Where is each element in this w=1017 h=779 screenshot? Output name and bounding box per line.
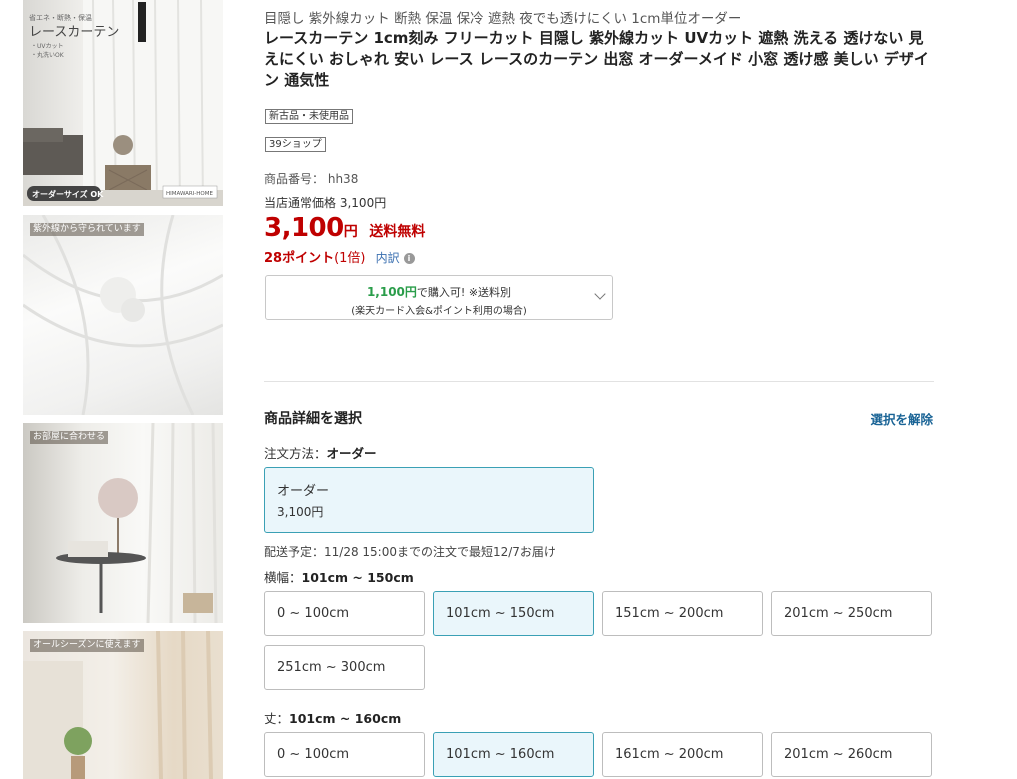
thumbnail-caption: 紫外線から守られています (30, 223, 144, 236)
thumbnail-caption: お部屋に合わせる (30, 431, 109, 444)
width-label-text: 横幅： (264, 570, 302, 585)
divider (264, 381, 934, 382)
width-option[interactable]: 251cm ~ 300cm (264, 645, 425, 690)
condition-badge: 新古品・未使用品 (265, 109, 353, 124)
order-method-option[interactable]: オーダー 3,100円 (264, 467, 594, 533)
points-multiplier: (1倍) (334, 251, 366, 266)
width-value: 101cm ~ 150cm (301, 570, 414, 585)
uv-image (23, 215, 223, 415)
product-code-value: hh38 (327, 172, 359, 186)
thumbnail-caption: オールシーズンに使えます (30, 639, 144, 652)
room-image (56, 423, 218, 623)
overlay-bullet: ・丸洗いOK (31, 51, 65, 59)
card-offer-text: で購入可! ※送料別 (416, 286, 512, 299)
card-offer-dropdown[interactable]: 1,100円で購入可! ※送料別 (楽天カード入会&ポイント利用の場合) (265, 275, 613, 320)
points-row: 28ポイント(1倍) 内訳 i (264, 247, 415, 266)
product-code-label: 商品番号： (264, 172, 325, 186)
catch-copy: 目隠し 紫外線カット 断熱 保温 保冷 遮熱 夜でも透けにくい 1cm単位オーダ… (264, 11, 742, 27)
overlay-badge: オーダーサイズ OK (32, 189, 104, 199)
regular-price: 当店通常価格 3,100円 (264, 194, 386, 211)
width-option[interactable]: 151cm ~ 200cm (602, 591, 763, 636)
price-value: 3,100 (264, 213, 344, 243)
delivery-estimate: 配送予定：11/28 15:00までの注文で最短12/7お届け (264, 545, 556, 559)
overlay-title: レースカーテン (29, 25, 119, 40)
options-section-title: 商品詳細を選択 (264, 411, 362, 427)
points-value: 28ポイント (264, 251, 335, 266)
thumbnail-allseason[interactable]: オールシーズンに使えます (23, 631, 223, 779)
overlay-bullet: ・UVカット (31, 43, 64, 50)
overlay-sub: 省エネ・断熱・保温 (29, 13, 92, 22)
width-label: 横幅：101cm ~ 150cm (264, 567, 414, 586)
height-value: 101cm ~ 160cm (289, 711, 402, 726)
shipping-label: 送料無料 (369, 224, 426, 240)
width-option-selected[interactable]: 101cm ~ 150cm (433, 591, 594, 636)
order-method-label: 注文方法：オーダー (264, 443, 377, 462)
card-offer-line: 1,100円で購入可! ※送料別 (266, 283, 612, 300)
clear-selection-link[interactable]: 選択を解除 (870, 409, 933, 428)
card-offer-price: 1,100円 (366, 285, 417, 299)
price-unit: 円 (343, 224, 358, 240)
info-icon: i (403, 253, 415, 264)
height-option[interactable]: 161cm ~ 200cm (602, 732, 763, 777)
height-option[interactable]: 0 ~ 100cm (264, 732, 425, 777)
thumbnail-main[interactable]: 省エネ・断熱・保温 レースカーテン ・UVカット ・丸洗いOK オーダーサイズ … (23, 0, 223, 206)
width-option[interactable]: 0 ~ 100cm (264, 591, 425, 636)
thumbnail-uv[interactable]: 紫外線から守られています (23, 215, 223, 415)
height-option[interactable]: 201cm ~ 260cm (771, 732, 932, 777)
order-method-option-name: オーダー (277, 484, 330, 499)
allseason-image (23, 631, 213, 779)
regular-price-label: 当店通常価格 (264, 196, 337, 210)
shop-badge: 39ショップ (265, 137, 326, 152)
regular-price-value: 3,100円 (339, 196, 387, 210)
height-label-text: 丈： (264, 711, 290, 726)
product-title: レースカーテン 1cm刻み フリーカット 目隠し 紫外線カット UVカット 遮熱… (264, 29, 929, 89)
card-offer-note: (楽天カード入会&ポイント利用の場合) (351, 306, 527, 317)
price-row: 3,100円 送料無料 (264, 213, 425, 243)
order-method-label-text: 注文方法： (264, 446, 327, 461)
breakdown-link[interactable]: 内訳 i (376, 251, 415, 265)
order-method-option-price: 3,100円 (277, 505, 324, 519)
height-option-selected[interactable]: 101cm ~ 160cm (433, 732, 594, 777)
height-label: 丈：101cm ~ 160cm (264, 708, 401, 727)
main-product-image: 省エネ・断熱・保温 レースカーテン ・UVカット ・丸洗いOK オーダーサイズ … (23, 0, 223, 206)
breakdown-label: 内訳 (375, 251, 400, 265)
order-method-value: オーダー (326, 446, 377, 461)
width-option[interactable]: 201cm ~ 250cm (771, 591, 932, 636)
thumbnail-room[interactable]: お部屋に合わせる (23, 423, 223, 623)
product-code: 商品番号： hh38 (264, 170, 358, 187)
overlay-brand: HIMAWARI-HOME (166, 191, 214, 197)
